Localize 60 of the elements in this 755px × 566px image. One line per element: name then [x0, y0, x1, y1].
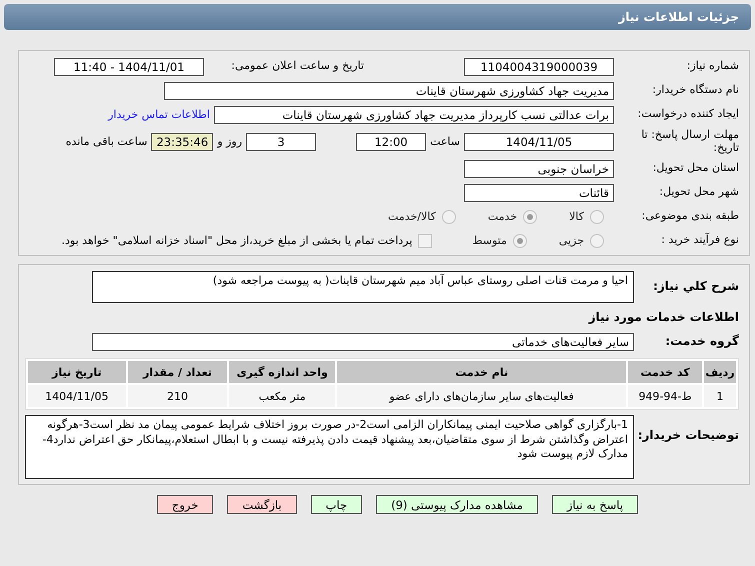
radio-button[interactable] — [590, 210, 604, 224]
action-button[interactable]: مشاهده مدارک پیوستی (9) — [376, 495, 538, 514]
field-label: طبقه بندی موضوعی: — [640, 210, 739, 224]
announce-date-field[interactable]: 1404/11/01 - 11:40 — [54, 58, 204, 76]
field-label: ساعت باقی مانده — [66, 135, 148, 148]
buyer-field[interactable]: مدیریت جهاد کشاورزی شهرستان قاینات — [164, 82, 614, 100]
column-header: ردیف — [704, 361, 736, 384]
field-label: روز و — [217, 135, 242, 148]
checkbox[interactable] — [418, 234, 432, 248]
section-heading: اطلاعات خدمات مورد نیاز — [587, 310, 739, 325]
creator-field[interactable]: برات عدالتی نسب کارپرداز مدیریت جهاد کشاورزی شهرستان قاینات — [214, 106, 614, 124]
table-cell: 1 — [704, 385, 736, 408]
radio-button[interactable] — [523, 210, 538, 224]
action-button[interactable]: چاپ — [310, 495, 362, 514]
field-label: شهر محل تحویل: — [658, 186, 739, 200]
province-field[interactable]: خراسان جنوبی — [464, 160, 614, 178]
radio-label: کالا/خدمت — [388, 210, 436, 224]
buyer-contact-link[interactable]: اطلاعات تماس خریدار — [108, 108, 210, 121]
column-header: تعداد / مقدار — [128, 361, 228, 384]
field-label: استان محل تحویل: — [652, 162, 739, 176]
field-label: شماره نیاز: — [686, 60, 739, 73]
radio-button[interactable] — [512, 234, 527, 248]
need-number-field[interactable]: 1104004319000039 — [464, 58, 614, 76]
field-label: ساعت — [430, 135, 460, 148]
table-cell: متر مکعب — [229, 385, 336, 408]
remaining-time-field: 23:35:46 — [151, 132, 214, 151]
radio-button[interactable] — [590, 234, 604, 248]
action-button[interactable]: بازگشت — [227, 495, 297, 514]
field-label: ایجاد کننده درخواست: — [636, 108, 739, 121]
table-cell: فعالیت‌های سایر سازمان‌های دارای عضو — [337, 385, 626, 408]
table-cell: 210 — [128, 385, 228, 408]
table-cell: ط-94-949 — [628, 385, 702, 408]
deadline-date-field[interactable]: 1404/11/05 — [464, 132, 614, 151]
field-label: تاریخ و ساعت اعلان عمومی: — [230, 60, 364, 73]
service-group-field[interactable]: سایر فعالیت‌های خدماتی — [92, 332, 634, 351]
field-label: مهلت ارسال پاسخ: تا تاریخ: — [640, 129, 739, 154]
action-button[interactable]: خروج — [156, 495, 214, 514]
column-header: کد خدمت — [628, 361, 702, 384]
field-label: گروه خدمت: — [664, 334, 739, 349]
field-label: نوع فرآیند خرید : — [660, 234, 739, 248]
radio-label: متوسط — [472, 234, 507, 248]
page-title: جزئیات اطلاعات نیاز — [4, 4, 751, 30]
action-button[interactable]: پاسخ به نیاز — [552, 495, 638, 514]
radio-label: خدمت — [488, 210, 518, 224]
radio-label: کالا — [569, 210, 584, 224]
field-label: نام دستگاه خریدار: — [651, 84, 739, 97]
table-cell: 1404/11/05 — [28, 385, 126, 408]
radio-label: جزیی — [558, 234, 584, 248]
radio-button[interactable] — [442, 210, 456, 224]
city-field[interactable]: قائنات — [464, 184, 614, 202]
deadline-time-field[interactable]: 12:00 — [356, 132, 426, 151]
column-header: تاریخ نیاز — [28, 361, 126, 384]
description-field[interactable]: احیا و مرمت قنات اصلی روستای عباس آباد میم شهرستان قاینات( به پیوست مراجعه شود) — [92, 271, 634, 304]
column-header: واحد اندازه گیری — [229, 361, 336, 384]
column-header: نام خدمت — [337, 361, 626, 384]
field-label: توضیحات خریدار: — [636, 427, 739, 444]
days-field[interactable]: 3 — [246, 132, 316, 151]
checkbox-label: پرداخت تمام یا بخشی از مبلغ خرید،از محل "اسناد خزانه اسلامی" خواهد بود. — [62, 234, 412, 248]
buyer-notes-field[interactable]: 1-بارگزاری گواهی صلاحیت ایمنی پیمانکاران الزامی است2-در صورت بروز اختلاف شرایط عمومی پیمان مد نظر است3-هرگونه اعتراض وگذاشتن شرط از سوی متقاضیان،بعد پیشنهاد قیمت دادن پذیرفته نیست و با ابطال استعلام،پیمانکار حق اعتراض ندارد4-مدارک لازم پیوست شود — [25, 415, 634, 480]
field-label: شرح کلي نياز: — [652, 280, 739, 294]
